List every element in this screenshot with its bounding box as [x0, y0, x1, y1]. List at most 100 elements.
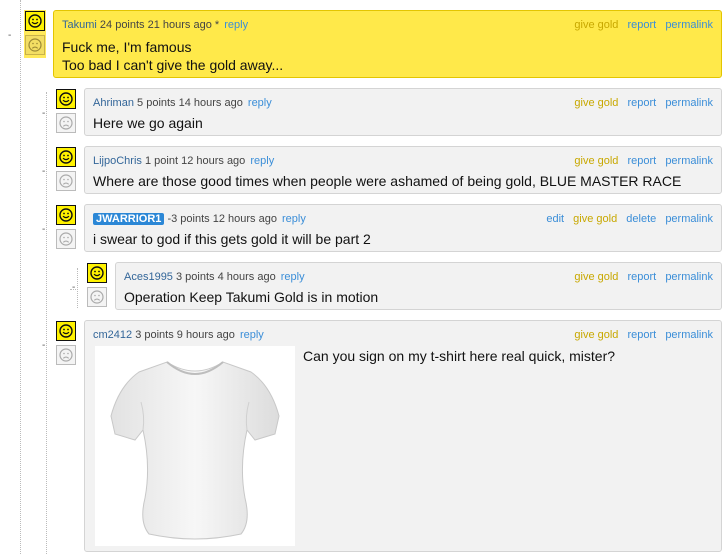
comment: cm2412 3 points 9 hours ago reply give g… [84, 320, 722, 552]
downvote-frown-icon[interactable] [25, 35, 45, 55]
permalink-link[interactable]: permalink [665, 97, 713, 109]
give-gold-link[interactable]: give gold [574, 271, 618, 283]
collapse-toggle[interactable]: - [42, 108, 45, 119]
reply-link[interactable]: reply [224, 19, 248, 31]
comment: JWARRIOR1 -3 points 12 hours ago reply e… [84, 204, 722, 252]
comment: LijpoChris 1 point 12 hours ago reply gi… [84, 146, 722, 194]
downvote-frown-icon[interactable] [56, 113, 76, 133]
reply-link[interactable]: reply [250, 155, 274, 167]
comment-actions: give gold report permalink [568, 155, 713, 167]
upvote-smiley-icon[interactable] [56, 205, 76, 225]
comment-score: 3 points [135, 329, 174, 341]
comment-body: Operation Keep Takumi Gold is in motion [124, 288, 378, 306]
comment-time: 21 hours ago * [147, 19, 220, 31]
comment-body-line: Operation Keep Takumi Gold is in motion [124, 289, 379, 305]
vote-arrows [24, 10, 46, 58]
comment-body-line: i swear to god if this gets gold it will… [93, 231, 371, 247]
comment-actions: edit give gold delete permalink [540, 213, 713, 225]
collapse-toggle[interactable]: - [42, 166, 45, 177]
comment-body: Fuck me, I'm famous Too bad I can't give… [62, 38, 283, 74]
vote-arrows [86, 262, 108, 310]
collapse-toggle[interactable]: - [42, 340, 45, 351]
reply-link[interactable]: reply [240, 329, 264, 341]
comment-meta: JWARRIOR1 -3 points 12 hours ago reply [93, 213, 306, 225]
comment-actions: give gold report permalink [568, 19, 713, 31]
edit-link[interactable]: edit [546, 213, 564, 225]
reply-link[interactable]: reply [248, 97, 272, 109]
thread-line [20, 0, 21, 554]
comment-score: 5 points [137, 97, 176, 109]
collapse-toggle[interactable]: - [8, 30, 11, 41]
permalink-link[interactable]: permalink [665, 329, 713, 341]
vote-arrows [55, 146, 77, 194]
report-link[interactable]: report [628, 329, 657, 341]
give-gold-link[interactable]: give gold [574, 19, 618, 31]
permalink-link[interactable]: permalink [665, 213, 713, 225]
comment-body-line: Fuck me, I'm famous [62, 39, 192, 55]
vote-arrows [55, 204, 77, 252]
comment-author[interactable]: cm2412 [93, 329, 132, 341]
vote-arrows [55, 320, 77, 368]
comment-meta: cm2412 3 points 9 hours ago reply [93, 329, 264, 341]
permalink-link[interactable]: permalink [665, 155, 713, 167]
reply-link[interactable]: reply [282, 213, 306, 225]
upvote-smiley-icon[interactable] [56, 89, 76, 109]
comment-meta: Takumi 24 points 21 hours ago * reply [62, 19, 248, 31]
report-link[interactable]: report [628, 271, 657, 283]
downvote-frown-icon[interactable] [56, 229, 76, 249]
comment-body-line: Too bad I can't give the gold away... [62, 57, 284, 73]
comment-time: 14 hours ago [178, 97, 243, 109]
collapse-toggle[interactable]: - [72, 282, 75, 293]
give-gold-link[interactable]: give gold [574, 329, 618, 341]
report-link[interactable]: report [628, 97, 657, 109]
comment-meta: Aces1995 3 points 4 hours ago reply [124, 271, 305, 283]
comment-body: Where are those good times when people w… [93, 172, 681, 190]
downvote-frown-icon[interactable] [87, 287, 107, 307]
comment-gilded: Takumi 24 points 21 hours ago * reply gi… [53, 10, 722, 78]
comment-author[interactable]: Takumi [62, 19, 97, 31]
downvote-frown-icon[interactable] [56, 171, 76, 191]
comment-author[interactable]: LijpoChris [93, 155, 142, 167]
comment-actions: give gold report permalink [568, 97, 713, 109]
comment-score: 3 points [176, 271, 215, 283]
give-gold-link[interactable]: give gold [573, 213, 617, 225]
comment-score: 1 point [144, 155, 179, 167]
thread-line [77, 268, 78, 308]
comment-body: i swear to god if this gets gold it will… [93, 230, 371, 248]
comment-score: 24 points [99, 19, 145, 31]
reply-link[interactable]: reply [281, 271, 305, 283]
comment: Ahriman 5 points 14 hours ago reply give… [84, 88, 722, 136]
upvote-smiley-icon[interactable] [56, 147, 76, 167]
give-gold-link[interactable]: give gold [574, 97, 618, 109]
report-link[interactable]: report [628, 155, 657, 167]
thread-line [46, 92, 47, 554]
comment-time: 9 hours ago [176, 329, 235, 341]
comment-meta: LijpoChris 1 point 12 hours ago reply [93, 155, 274, 167]
comment-body-line: Where are those good times when people w… [93, 173, 682, 189]
comment: Aces1995 3 points 4 hours ago reply give… [115, 262, 722, 310]
comment-author[interactable]: Ahriman [93, 97, 134, 109]
tshirt-image[interactable] [95, 346, 295, 546]
comment-actions: give gold report permalink [568, 329, 713, 341]
comment-time: 12 hours ago [212, 213, 277, 225]
white-tshirt-image [110, 361, 280, 540]
downvote-frown-icon[interactable] [56, 345, 76, 365]
comment-body-line: Here we go again [93, 115, 203, 131]
upvote-smiley-icon[interactable] [25, 11, 45, 31]
give-gold-link[interactable]: give gold [574, 155, 618, 167]
comment-author-op[interactable]: JWARRIOR1 [93, 213, 165, 225]
permalink-link[interactable]: permalink [665, 271, 713, 283]
upvote-smiley-icon[interactable] [87, 263, 107, 283]
comment-author[interactable]: Aces1995 [124, 271, 173, 283]
report-link[interactable]: report [628, 19, 657, 31]
delete-link[interactable]: delete [626, 213, 656, 225]
comment-time: 12 hours ago [181, 155, 246, 167]
collapse-toggle[interactable]: - [42, 224, 45, 235]
permalink-link[interactable]: permalink [665, 19, 713, 31]
vote-arrows [55, 88, 77, 136]
comment-time: 4 hours ago [217, 271, 276, 283]
comment-body: Here we go again [93, 114, 203, 132]
comment-body: Can you sign on my t-shirt here real qui… [303, 347, 615, 365]
comment-score: -3 points [167, 213, 210, 225]
upvote-smiley-icon[interactable] [56, 321, 76, 341]
